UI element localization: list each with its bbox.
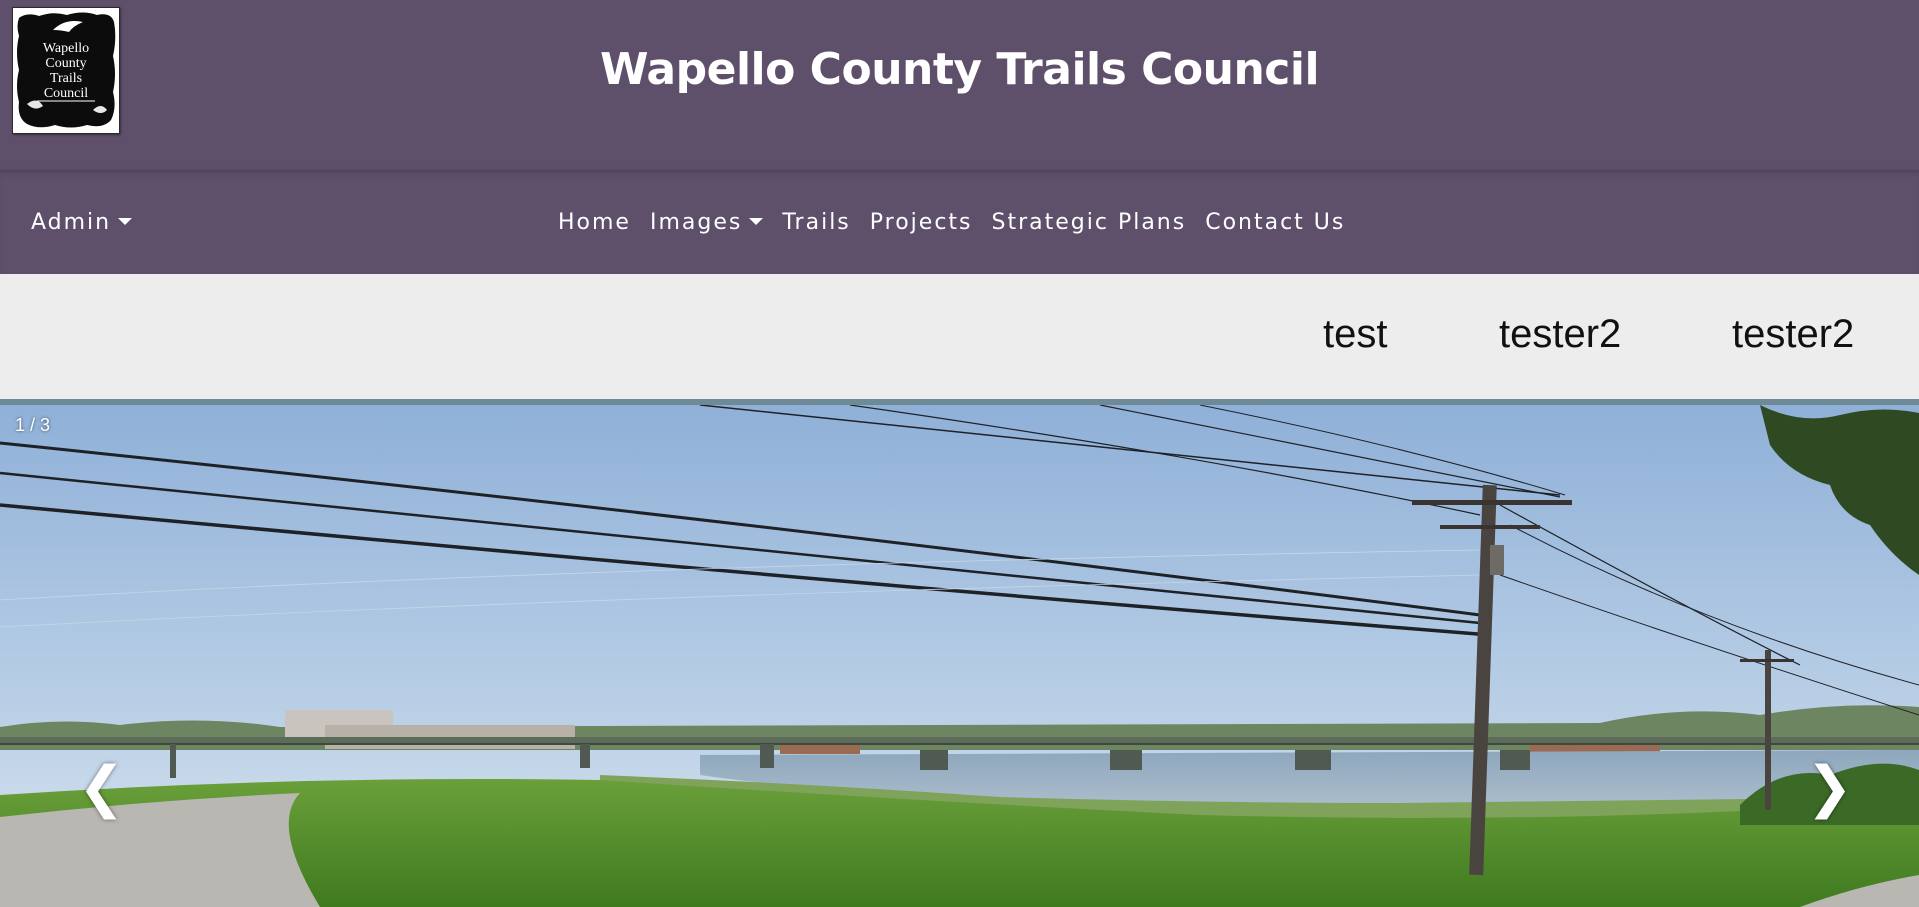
page-title: Wapello County Trails Council	[599, 44, 1320, 95]
chevron-down-icon	[749, 217, 764, 225]
nav-link-home[interactable]: Home	[558, 210, 631, 235]
chevron-left-icon[interactable]: ❮	[78, 760, 125, 816]
admin-label: Admin	[31, 210, 112, 235]
admin-dropdown[interactable]: Admin	[31, 210, 133, 235]
nav-links: Home Images Trails Projects Strategic Pl…	[558, 210, 1345, 235]
featured-strip: test tester2 tester2	[0, 274, 1919, 399]
nav-link-images[interactable]: Images	[649, 210, 764, 235]
nav-link-images-label: Images	[649, 210, 743, 235]
slide-image-river-trail	[0, 405, 1919, 907]
nav-link-strategic-plans[interactable]: Strategic Plans	[992, 210, 1187, 235]
nav-link-trails[interactable]: Trails	[782, 210, 850, 235]
chevron-right-icon[interactable]: ❯	[1806, 760, 1853, 816]
chevron-down-icon	[118, 217, 133, 225]
strip-item-tester2[interactable]: tester2	[1499, 312, 1621, 357]
site-header: Wapello County Trails Council Wapello Co…	[0, 0, 1919, 170]
strip-item-test[interactable]: test	[1323, 312, 1387, 357]
nav-link-projects[interactable]: Projects	[870, 210, 973, 235]
nav-link-contact-us[interactable]: Contact Us	[1205, 210, 1345, 235]
slide-counter: 1 / 3	[15, 415, 51, 435]
image-slideshow: 1 / 3 ❮ ❯	[0, 399, 1919, 907]
main-navbar: Admin Home Images Trails Projects Strate…	[0, 170, 1919, 274]
strip-item-tester2-second[interactable]: tester2	[1732, 312, 1854, 357]
